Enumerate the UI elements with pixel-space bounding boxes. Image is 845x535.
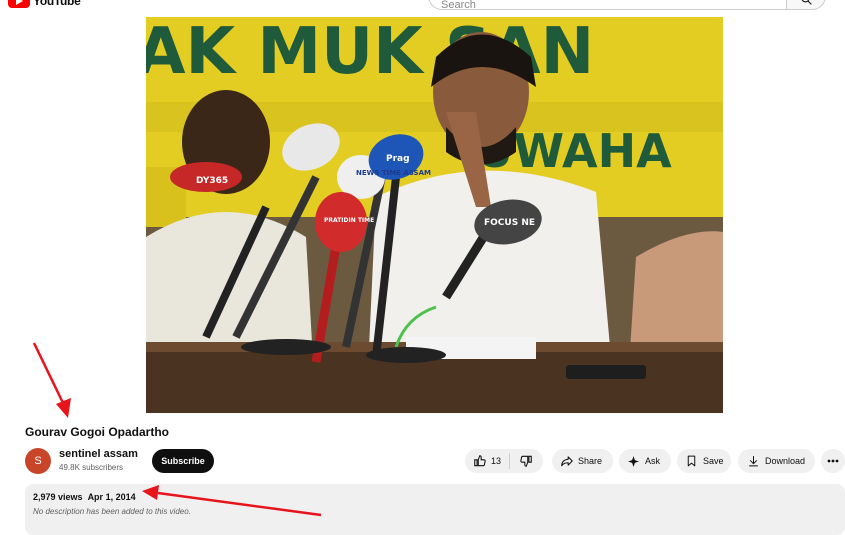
mic-label-1: DY365	[196, 176, 228, 186]
youtube-logo[interactable]: YouTube	[8, 0, 81, 8]
more-horizontal-icon	[827, 459, 839, 463]
mic-label-4: FOCUS NE	[484, 218, 535, 228]
view-count: 2,979 views	[33, 492, 83, 502]
video-frame: AK MUK SAN UWAHA DY365 NEWS TIME ASSAM P…	[146, 17, 723, 413]
download-icon	[749, 456, 758, 467]
share-label: Share	[578, 456, 603, 466]
mic-label-5: PRATIDIN TIME	[324, 217, 374, 224]
description-meta: 2,979 views Apr 1, 2014	[33, 492, 136, 502]
search-input[interactable]: Search	[428, 0, 786, 11]
bookmark-icon	[687, 455, 696, 467]
dislike-button[interactable]	[510, 449, 542, 473]
save-label: Save	[703, 456, 724, 466]
thumbs-down-icon	[520, 455, 532, 467]
arrow-to-title	[32, 342, 71, 418]
logo-text: YouTube	[33, 0, 81, 8]
like-button[interactable]: 13	[465, 449, 509, 473]
video-title: Gourav Gogoi Opadartho	[25, 425, 170, 439]
channel-avatar[interactable]: S	[25, 448, 51, 474]
subscribe-button[interactable]: Subscribe	[152, 449, 214, 473]
download-label: Download	[765, 456, 806, 466]
top-bar: YouTube Search	[0, 0, 845, 14]
download-button[interactable]: Download	[738, 449, 815, 473]
more-actions-button[interactable]	[821, 449, 845, 473]
ask-button[interactable]: Ask	[619, 449, 671, 473]
search-button[interactable]	[786, 0, 826, 10]
ask-label: Ask	[645, 456, 661, 466]
description-text: No description has been added to this vi…	[33, 507, 191, 516]
upload-date: Apr 1, 2014	[87, 492, 136, 502]
search-icon	[801, 0, 812, 5]
like-dislike-group: 13	[465, 449, 543, 473]
search-placeholder: Search	[441, 0, 476, 11]
subscriber-count: 49.8K subscribers	[59, 463, 124, 472]
video-player[interactable]: AK MUK SAN UWAHA DY365 NEWS TIME ASSAM P…	[146, 17, 723, 413]
sparkle-icon	[628, 455, 639, 467]
share-button[interactable]: Share	[552, 449, 613, 473]
share-icon	[561, 456, 573, 467]
thumbs-up-icon	[474, 455, 486, 467]
description-box[interactable]: 2,979 views Apr 1, 2014 No description h…	[25, 484, 845, 535]
mic-label-3: Prag	[386, 154, 410, 164]
channel-name[interactable]: sentinel assam	[59, 448, 138, 460]
like-count: 13	[491, 456, 502, 466]
save-button[interactable]: Save	[677, 449, 731, 473]
mic-label-2: NEWS TIME ASSAM	[356, 169, 431, 177]
youtube-play-icon	[8, 0, 30, 8]
